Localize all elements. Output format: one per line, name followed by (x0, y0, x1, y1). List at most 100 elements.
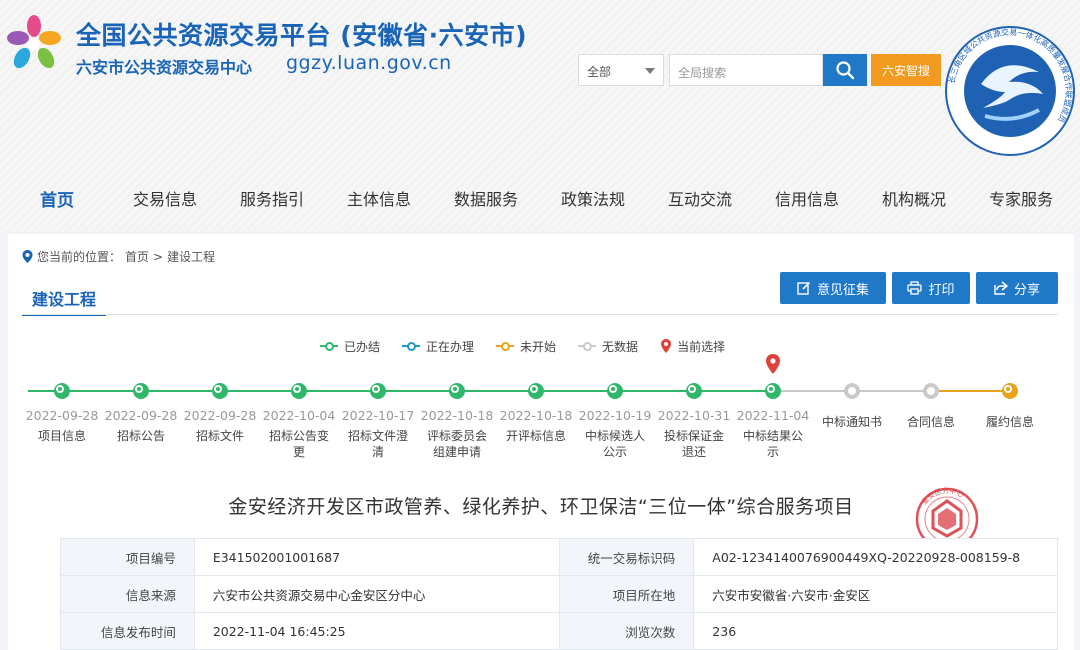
timeline-step-label[interactable]: 中标候选人公示 (585, 428, 645, 460)
content-card: 您当前的位置： 首页 > 建设工程 建设工程 意见征集 打印 分享 已办结 正在… (8, 234, 1074, 650)
legend-current-label: 当前选择 (677, 339, 726, 354)
timeline-connector (852, 390, 931, 392)
site-url[interactable]: ggzy.luan.gov.cn (286, 52, 452, 74)
nav-item-about[interactable]: 机构概况 (882, 186, 946, 210)
alliance-emblem: 长三角区域公共资源交易一体化高质量发展合作联盟成员 (945, 26, 1075, 156)
label-location: 项目所在地 (559, 575, 695, 613)
search-scope-value: 全部 (587, 65, 612, 79)
timeline-date: 2022-10-31 (657, 408, 731, 423)
nav-item-entity-info[interactable]: 主体信息 (347, 186, 411, 210)
legend-done-icon (320, 341, 338, 351)
timeline-step-label[interactable]: 评标委员会组建申请 (427, 428, 487, 460)
legend-done-label: 已办结 (344, 339, 381, 354)
chevron-down-icon (645, 68, 655, 74)
timeline-step-label[interactable]: 招标公告 (111, 428, 171, 444)
search-scope-select[interactable]: 全部 (578, 54, 664, 86)
timeline-date: 2022-11-04 (736, 408, 810, 423)
legend-in-progress-icon (402, 341, 421, 351)
project-info-table: 项目编号 E341502001001687 统一交易标识码 A02-123414… (60, 538, 1058, 650)
progress-timeline: 2022-09-28 项目信息 2022-09-28 招标公告 2022-09-28 招标… (8, 354, 1074, 464)
print-label: 打印 (928, 282, 955, 298)
timeline-node[interactable] (686, 383, 702, 399)
timeline-node[interactable] (765, 383, 781, 399)
main-nav: 首页 交易信息 服务指引 主体信息 数据服务 政策法规 互动交流 信用信息 机构… (0, 178, 1080, 214)
legend-no-data-label: 无数据 (602, 339, 639, 354)
timeline-step-label[interactable]: 中标结果公示 (743, 428, 803, 460)
value-info-source: 六安市公共资源交易中心金安区分中心 (193, 575, 561, 613)
timeline-step-label[interactable]: 中标通知书 (822, 414, 882, 430)
legend-in-progress-label: 正在办理 (426, 339, 475, 354)
breadcrumb-home[interactable]: 首页 (125, 248, 149, 265)
timeline-date: 2022-10-17 (341, 408, 415, 423)
legend-done: 已办结 (320, 338, 380, 355)
timeline-node[interactable] (449, 383, 465, 399)
label-trade-code: 统一交易标识码 (559, 538, 695, 576)
print-button[interactable]: 打印 (892, 272, 970, 304)
smart-search-button[interactable]: 六安智搜 (871, 54, 941, 86)
timeline-step-label[interactable]: 履约信息 (980, 414, 1040, 430)
nav-item-data-service[interactable]: 数据服务 (454, 186, 518, 210)
nav-item-home[interactable]: 首页 (40, 186, 74, 211)
timeline-step-label[interactable]: 投标保证金退还 (664, 428, 724, 460)
current-step-pin-icon (766, 354, 780, 374)
search-placeholder: 全局搜索 (678, 66, 727, 80)
value-publish-time: 2022-11-04 16:45:25 (193, 612, 561, 650)
timeline-date: 2022-09-28 (104, 408, 178, 423)
timeline-node[interactable] (54, 383, 70, 399)
edit-icon (797, 281, 811, 295)
nav-item-credit[interactable]: 信用信息 (775, 186, 839, 210)
nav-item-interaction[interactable]: 互动交流 (668, 186, 732, 210)
share-label: 分享 (1013, 282, 1040, 298)
breadcrumb: 您当前的位置： 首页 > 建设工程 (22, 248, 215, 265)
timeline-connector (773, 390, 852, 392)
legend-current: 当前选择 (660, 338, 725, 355)
timeline-connector (299, 390, 378, 392)
nav-item-policy[interactable]: 政策法规 (561, 186, 625, 210)
timeline-node[interactable] (212, 383, 228, 399)
timeline-step-label[interactable]: 合同信息 (901, 414, 961, 430)
search-button[interactable] (823, 54, 867, 86)
label-project-no: 项目编号 (60, 538, 195, 576)
nav-item-expert[interactable]: 专家服务 (989, 186, 1053, 210)
timeline-step-label[interactable]: 招标公告变更 (269, 428, 329, 460)
timeline-step-label[interactable]: 招标文件澄清 (348, 428, 408, 460)
feedback-button[interactable]: 意见征集 (780, 272, 886, 304)
feedback-label: 意见征集 (816, 282, 869, 298)
legend-no-data: 无数据 (578, 338, 638, 355)
breadcrumb-separator: > (153, 249, 164, 264)
timeline-step-label[interactable]: 项目信息 (32, 428, 92, 444)
value-trade-code: A02-1234140076900449XQ-20220928-008159-8 (693, 538, 1058, 576)
search-input[interactable]: 全局搜索 (669, 54, 823, 86)
label-view-count: 浏览次数 (559, 612, 695, 650)
nav-item-service-guide[interactable]: 服务指引 (240, 186, 304, 210)
timeline-connector (141, 390, 220, 392)
breadcrumb-current[interactable]: 建设工程 (167, 248, 215, 265)
timeline-node[interactable] (370, 383, 386, 399)
timeline-node[interactable] (1002, 383, 1018, 399)
timeline-node[interactable] (844, 383, 860, 399)
breadcrumb-prefix: 您当前的位置： (37, 250, 122, 264)
label-publish-time: 信息发布时间 (60, 612, 195, 650)
value-location: 六安市安徽省·六安市·金安区 (693, 575, 1058, 613)
legend-not-started-icon (496, 341, 515, 351)
share-button[interactable]: 分享 (976, 272, 1058, 304)
timeline-connector (457, 390, 536, 392)
timeline-step-label[interactable]: 招标文件 (190, 428, 250, 444)
timeline-connector (536, 390, 615, 392)
timeline-node[interactable] (923, 383, 939, 399)
location-pin-icon (22, 250, 33, 263)
timeline-legend: 已办结 正在办理 未开始 无数据 当前选择 (320, 338, 747, 354)
timeline-step-label[interactable]: 开评标信息 (506, 428, 566, 444)
platform-logo[interactable] (6, 14, 62, 74)
timeline-node[interactable] (291, 383, 307, 399)
nav-item-trade-info[interactable]: 交易信息 (133, 186, 197, 210)
tab-construction[interactable]: 建设工程 (22, 286, 106, 316)
printer-icon (907, 281, 923, 295)
timeline-node[interactable] (133, 383, 149, 399)
tab-divider (22, 314, 1058, 315)
site-header: 全国公共资源交易平台 (安徽省·六安市) 六安市公共资源交易中心 ggzy.lu… (0, 0, 1080, 230)
value-project-no: E341502001001687 (193, 538, 561, 576)
timeline-node[interactable] (607, 383, 623, 399)
timeline-connector (615, 390, 694, 392)
timeline-node[interactable] (528, 383, 544, 399)
